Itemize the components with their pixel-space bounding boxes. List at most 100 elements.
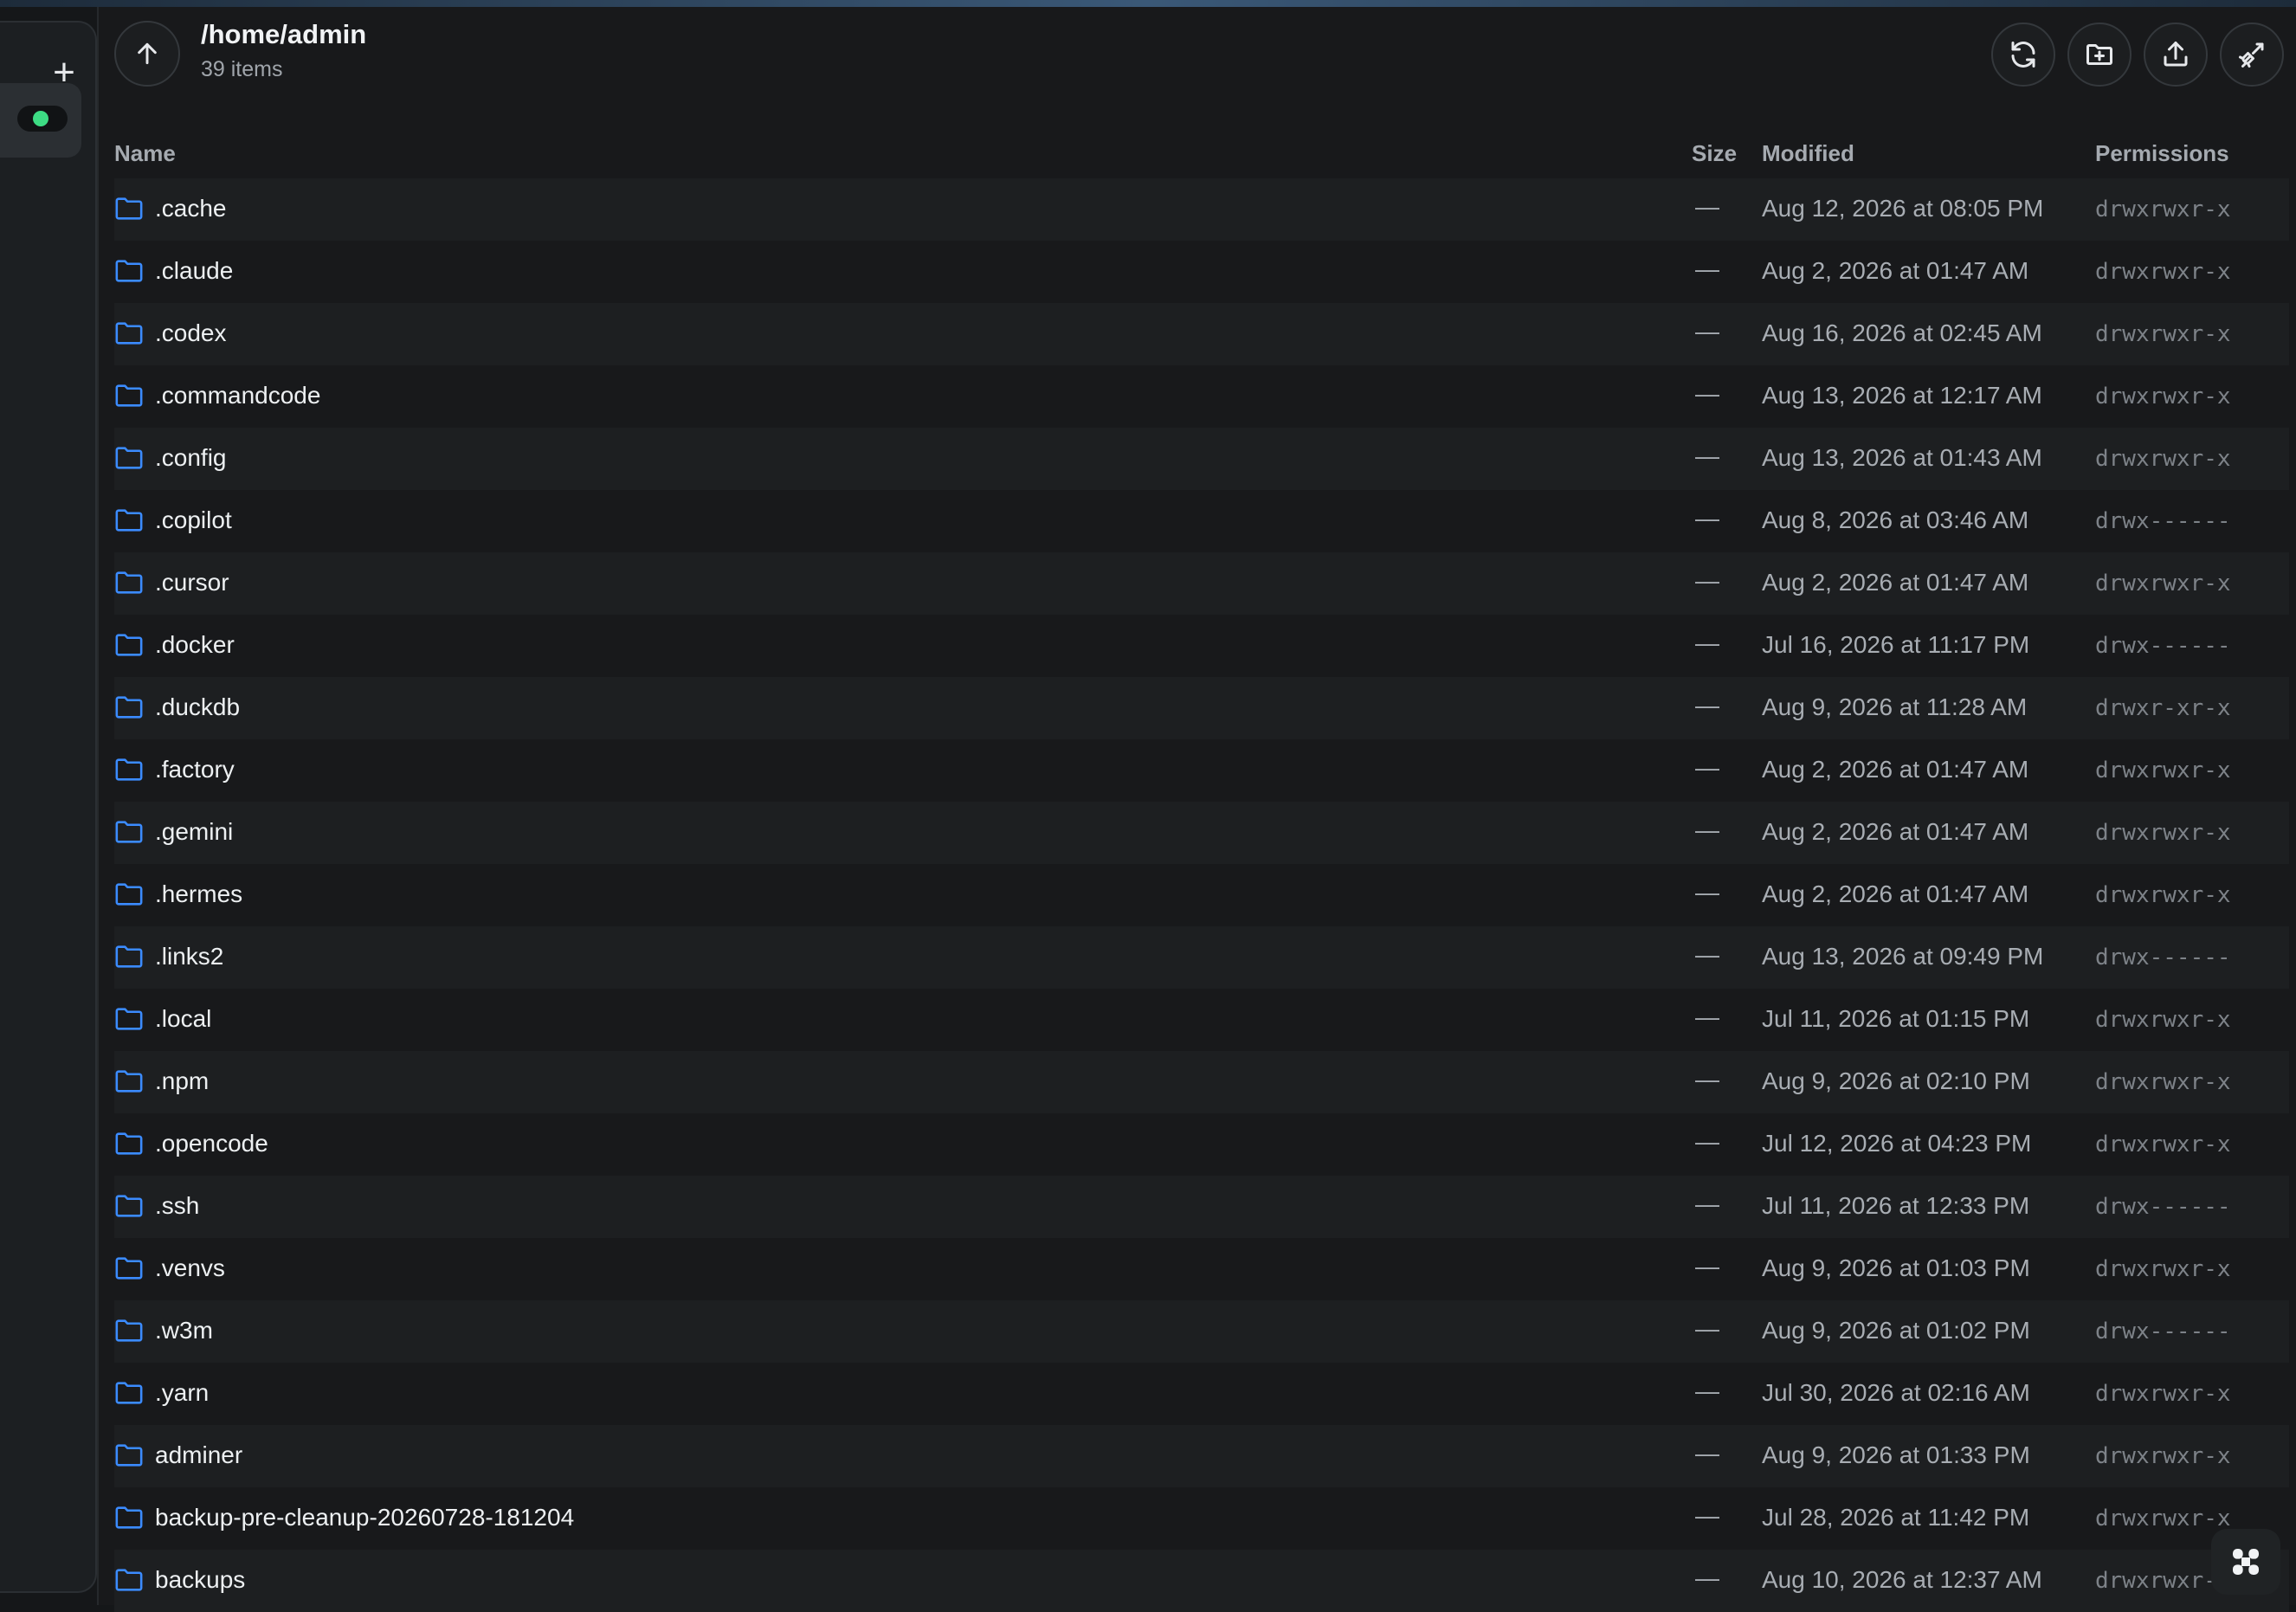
table-row[interactable]: .cursor — Aug 2, 2026 at 01:47 AM drwxrwxr-… xyxy=(114,552,2289,615)
file-name: .opencode xyxy=(155,1130,268,1157)
new-folder-button[interactable] xyxy=(2067,23,2132,87)
table-row[interactable]: backup-pre-cleanup-20260728-181204 — Jul 2… xyxy=(114,1487,2289,1550)
file-name: .copilot xyxy=(155,506,232,533)
file-size: — xyxy=(1695,567,1719,594)
file-modified: Aug 13, 2026 at 12:17 AM xyxy=(1762,382,2042,409)
file-modified: Jul 11, 2026 at 01:15 PM xyxy=(1762,1005,2030,1032)
file-name: .commandcode xyxy=(155,382,321,409)
table-row[interactable]: .local — Jul 11, 2026 at 01:15 PM drwxrwxr-… xyxy=(114,989,2289,1051)
file-size: — xyxy=(1695,879,1719,906)
file-permissions: drwxrwxr-x xyxy=(2095,259,2231,285)
file-modified: Aug 8, 2026 at 03:46 AM xyxy=(1762,506,2029,533)
file-size: — xyxy=(1695,816,1719,843)
file-permissions: drwxrwxr-x xyxy=(2095,1256,2231,1282)
refresh-button[interactable] xyxy=(1991,23,2055,87)
file-name: .w3m xyxy=(155,1317,213,1344)
column-permissions-header[interactable]: Permissions xyxy=(2095,140,2229,167)
arrow-up-icon xyxy=(138,42,157,65)
file-name: .gemini xyxy=(155,818,234,845)
file-modified: Jul 11, 2026 at 12:33 PM xyxy=(1762,1192,2030,1219)
file-browser-panel: /home/admin 39 items Name Size Modified … xyxy=(97,7,2296,1612)
file-permissions: drwxrwxr-x xyxy=(2095,1069,2231,1095)
file-name: .claude xyxy=(155,257,234,284)
table-row[interactable]: .config — Aug 13, 2026 at 01:43 AM drwxrwxr… xyxy=(114,428,2289,490)
file-modified: Aug 9, 2026 at 01:02 PM xyxy=(1762,1317,2030,1344)
table-row[interactable]: .hermes — Aug 2, 2026 at 01:47 AM drwxrwxr-… xyxy=(114,864,2289,926)
table-row[interactable]: .links2 — Aug 13, 2026 at 09:49 PM drwx----… xyxy=(114,926,2289,989)
file-list: .cache — Aug 12, 2026 at 08:05 PM drwxrwxr-… xyxy=(114,178,2289,1612)
file-modified: Aug 9, 2026 at 01:03 PM xyxy=(1762,1254,2030,1281)
file-name: .hermes xyxy=(155,880,243,907)
file-size: — xyxy=(1695,505,1719,532)
file-size: — xyxy=(1695,1502,1719,1529)
file-modified: Aug 2, 2026 at 01:47 AM xyxy=(1762,257,2029,284)
upload-icon xyxy=(2164,42,2188,67)
file-name: .cache xyxy=(155,195,227,222)
file-name: .duckdb xyxy=(155,693,241,720)
folder-icon xyxy=(115,634,143,656)
table-row[interactable]: .claude — Aug 2, 2026 at 01:47 AM drwxrwxr-… xyxy=(114,241,2289,303)
table-row[interactable]: .cache — Aug 12, 2026 at 08:05 PM drwxrwxr-… xyxy=(114,178,2289,241)
disconnect-icon xyxy=(2239,42,2264,68)
table-row[interactable]: .commandcode — Aug 13, 2026 at 12:17 AM drw… xyxy=(114,365,2289,428)
file-modified: Aug 2, 2026 at 01:47 AM xyxy=(1762,756,2029,783)
table-row[interactable]: .duckdb — Aug 9, 2026 at 11:28 AM drwxr-xr-… xyxy=(114,677,2289,739)
file-modified: Jul 28, 2026 at 11:42 PM xyxy=(1762,1504,2030,1531)
file-permissions: drwxrwxr-x xyxy=(2095,571,2231,596)
column-name-header[interactable]: Name xyxy=(114,140,176,167)
refresh-icon xyxy=(2011,42,2035,68)
file-name: .venvs xyxy=(155,1254,225,1281)
file-permissions: drwxrwxr-x xyxy=(2095,1506,2231,1531)
file-permissions: drwxrwxr-x xyxy=(2095,820,2231,846)
file-permissions: drwx------ xyxy=(2095,633,2231,659)
table-row[interactable]: .copilot — Aug 8, 2026 at 03:46 AM drwx----… xyxy=(114,490,2289,552)
table-row[interactable]: adminer — Aug 9, 2026 at 01:33 PM drwxrwxr-… xyxy=(114,1425,2289,1487)
table-row[interactable]: .opencode — Jul 12, 2026 at 04:23 PM drwxrw… xyxy=(114,1113,2289,1176)
file-size: — xyxy=(1695,318,1719,345)
folder-icon xyxy=(115,821,143,843)
table-row[interactable]: .venvs — Aug 9, 2026 at 01:03 PM drwxrwxr-x xyxy=(114,1238,2289,1300)
table-row[interactable]: .w3m — Aug 9, 2026 at 01:02 PM drwx------ xyxy=(114,1300,2289,1363)
file-name: .links2 xyxy=(155,943,224,970)
file-size: — xyxy=(1695,1128,1719,1155)
file-size: — xyxy=(1695,692,1719,719)
active-connection-item[interactable] xyxy=(0,83,81,158)
folder-icon xyxy=(115,1257,143,1280)
file-size: — xyxy=(1695,1377,1719,1404)
file-size: — xyxy=(1695,1564,1719,1591)
upload-button[interactable] xyxy=(2144,23,2208,87)
table-row[interactable]: .gemini — Aug 2, 2026 at 01:47 AM drwxrwxr-… xyxy=(114,802,2289,864)
app-launcher-button[interactable] xyxy=(2211,1529,2280,1595)
file-size: — xyxy=(1695,193,1719,220)
file-size: — xyxy=(1695,941,1719,968)
column-size-header[interactable]: Size xyxy=(1692,140,1737,167)
folder-icon xyxy=(115,447,143,469)
file-size: — xyxy=(1695,1315,1719,1342)
table-row[interactable]: .codex — Aug 16, 2026 at 02:45 AM drwxrwxr-… xyxy=(114,303,2289,365)
file-size: — xyxy=(1695,1003,1719,1030)
file-modified: Aug 2, 2026 at 01:47 AM xyxy=(1762,880,2029,907)
folder-icon xyxy=(115,1132,143,1155)
table-row[interactable]: .yarn — Jul 30, 2026 at 02:16 AM drwxrwxr-x xyxy=(114,1363,2289,1425)
file-size: — xyxy=(1695,1190,1719,1217)
file-permissions: drwxrwxr-x xyxy=(2095,1007,2231,1033)
table-row[interactable]: .npm — Aug 9, 2026 at 02:10 PM drwxrwxr-x xyxy=(114,1051,2289,1113)
file-modified: Aug 10, 2026 at 12:37 AM xyxy=(1762,1566,2042,1593)
file-permissions: drwx------ xyxy=(2095,508,2231,534)
file-name: backup-pre-cleanup-20260728-181204 xyxy=(155,1504,575,1531)
file-permissions: drwxrwxr-x xyxy=(2095,384,2231,409)
table-row[interactable]: .factory — Aug 2, 2026 at 01:47 AM drwxrwxr… xyxy=(114,739,2289,802)
file-modified: Aug 13, 2026 at 09:49 PM xyxy=(1762,943,2044,970)
folder-icon xyxy=(115,1506,143,1529)
file-name: .codex xyxy=(155,319,227,346)
file-permissions: drwxrwxr-x xyxy=(2095,1381,2231,1407)
file-name: .docker xyxy=(155,631,235,658)
table-row[interactable]: backups — Aug 10, 2026 at 12:37 AM drwxrwxr… xyxy=(114,1550,2289,1612)
table-row[interactable]: .ssh — Jul 11, 2026 at 12:33 PM drwx------ xyxy=(114,1176,2289,1238)
file-permissions: drwxrwxr-x xyxy=(2095,1443,2231,1469)
disconnect-button[interactable] xyxy=(2220,23,2284,87)
parent-directory-button[interactable] xyxy=(114,21,180,87)
file-name: .factory xyxy=(155,756,235,783)
table-row[interactable]: .docker — Jul 16, 2026 at 11:17 PM drwx----… xyxy=(114,615,2289,677)
column-modified-header[interactable]: Modified xyxy=(1762,140,1854,167)
